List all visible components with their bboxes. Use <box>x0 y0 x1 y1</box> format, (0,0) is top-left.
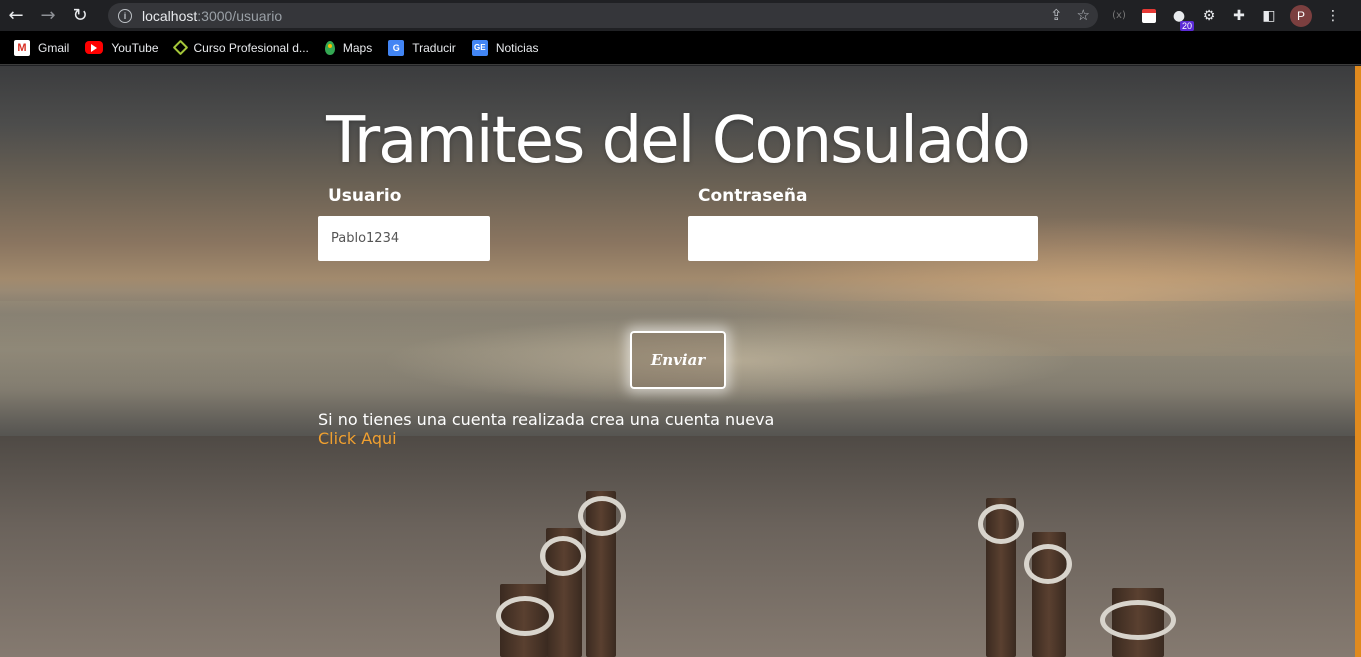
site-info-icon[interactable]: i <box>118 8 132 23</box>
gmail-icon: M <box>14 39 30 56</box>
puzzle-icon[interactable]: ✚ <box>1230 7 1248 25</box>
bookmark-news[interactable]: GE Noticias <box>471 39 539 56</box>
news-icon: GE <box>471 39 488 56</box>
gear-icon[interactable]: ⚙ <box>1200 7 1218 25</box>
address-bar[interactable]: i localhost:3000/usuario ⇪ ☆ <box>108 3 1098 28</box>
profile-avatar[interactable]: P <box>1290 4 1312 27</box>
browser-toolbar: ← → ↻ i localhost:3000/usuario ⇪ ☆ (x) ●… <box>0 0 1361 31</box>
bookmark-translate[interactable]: G Traducir <box>388 39 456 56</box>
extension-icon[interactable]: (x) <box>1110 7 1128 25</box>
bookmark-youtube[interactable]: YouTube <box>85 40 159 55</box>
bookmark-label: Gmail <box>38 40 70 55</box>
translate-icon: G <box>388 39 405 56</box>
menu-icon[interactable]: ⋮ <box>1324 7 1342 25</box>
username-input[interactable] <box>318 216 490 261</box>
beach-rope <box>578 496 626 536</box>
bookmark-label: Maps <box>342 40 373 55</box>
bookmark-label: Traducir <box>412 40 456 55</box>
youtube-icon <box>85 41 104 54</box>
beach-rope <box>540 536 586 576</box>
beach-rope <box>1100 600 1176 640</box>
extension-badge-icon[interactable]: ● 20 <box>1170 7 1194 31</box>
url-path: :3000/usuario <box>197 7 283 24</box>
bookmark-maps[interactable]: Maps <box>324 40 373 55</box>
page-viewport: Tramites del Consulado Usuario Contraseñ… <box>0 66 1355 657</box>
bookmark-gmail[interactable]: M Gmail <box>14 39 70 56</box>
share-icon[interactable]: ⇪ <box>1050 6 1063 24</box>
maps-icon <box>324 40 335 55</box>
side-panel-icon[interactable]: ◧ <box>1260 7 1278 25</box>
course-icon <box>172 39 188 56</box>
signup-prompt: Si no tienes una cuenta realizada crea u… <box>318 410 775 429</box>
background-sea-shine <box>380 316 1080 406</box>
password-input[interactable] <box>688 216 1038 261</box>
beach-rope <box>978 504 1024 544</box>
calendar-extension-icon[interactable] <box>1140 7 1158 25</box>
forward-arrow-icon[interactable]: → <box>32 0 64 31</box>
bookmarks-bar: M Gmail YouTube Curso Profesional d... M… <box>0 31 1361 65</box>
bookmark-course[interactable]: Curso Profesional d... <box>172 39 309 56</box>
bookmark-label: Noticias <box>495 40 539 55</box>
username-label: Usuario <box>328 186 402 206</box>
submit-button[interactable]: Enviar <box>630 331 726 389</box>
reload-icon[interactable]: ↻ <box>64 0 96 31</box>
extension-badge-count: 20 <box>1179 20 1194 31</box>
page-title: Tramites del Consulado <box>326 104 1031 178</box>
url-host: localhost <box>142 7 198 24</box>
bookmark-label: YouTube <box>111 40 159 55</box>
scrollbar[interactable] <box>1355 66 1361 657</box>
bookmark-label: Curso Profesional d... <box>193 40 309 55</box>
beach-rope <box>1024 544 1072 584</box>
bookmark-star-icon[interactable]: ☆ <box>1077 6 1090 24</box>
signup-link[interactable]: Click Aqui <box>318 429 397 448</box>
beach-rope <box>496 596 554 636</box>
extensions-area: (x) ● 20 ⚙ ✚ ◧ P ⋮ <box>1110 0 1342 31</box>
back-arrow-icon[interactable]: ← <box>0 0 32 31</box>
password-label: Contraseña <box>698 186 808 206</box>
